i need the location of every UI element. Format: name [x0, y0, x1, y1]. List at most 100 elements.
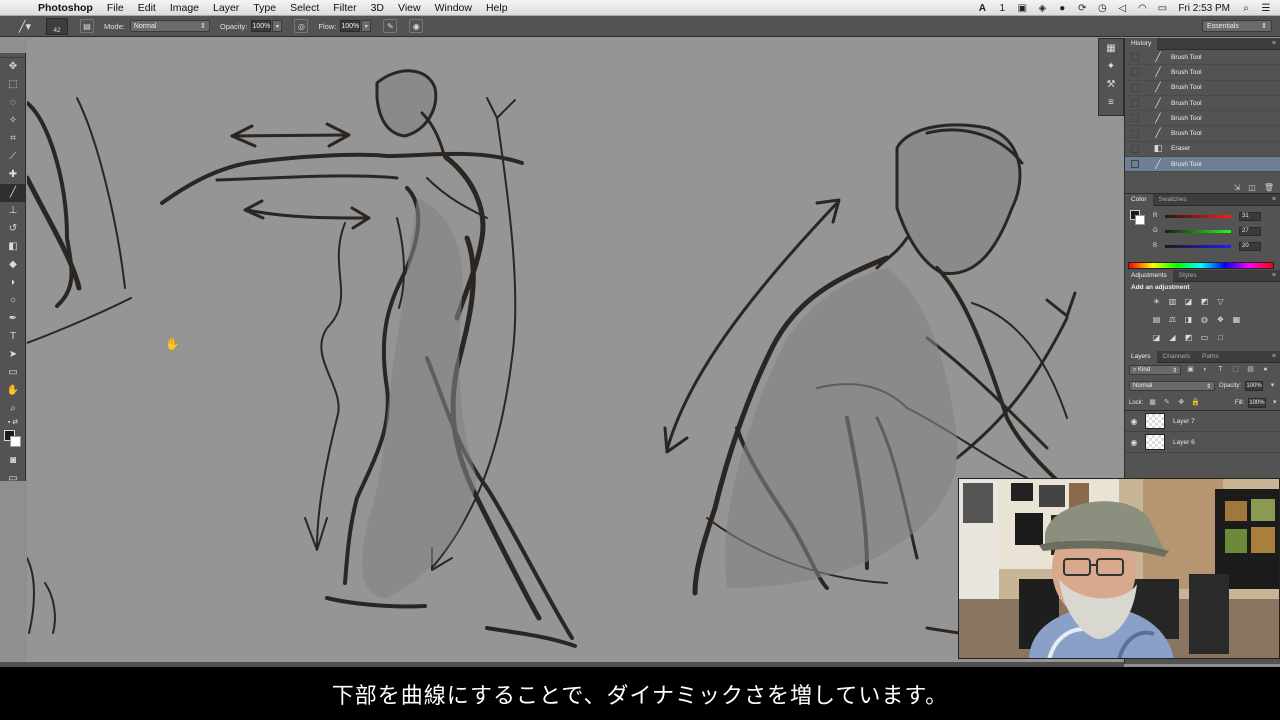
- tab-styles[interactable]: Styles: [1173, 270, 1203, 282]
- posterize-icon[interactable]: ◢: [1167, 332, 1178, 343]
- tab-paths[interactable]: Paths: [1196, 351, 1225, 363]
- brush-size-picker[interactable]: 42: [46, 17, 68, 35]
- threshold-icon[interactable]: ◩: [1183, 332, 1194, 343]
- green-slider[interactable]: [1165, 229, 1231, 233]
- history-item[interactable]: ╱ Brush Tool: [1125, 65, 1280, 81]
- layer-row[interactable]: ◉ Layer 6: [1125, 432, 1280, 453]
- healing-tool-icon[interactable]: ✚: [0, 166, 26, 184]
- filter-shape-icon[interactable]: ⬚: [1230, 365, 1241, 375]
- blur-tool-icon[interactable]: ◗: [0, 274, 26, 292]
- layer-row[interactable]: ◉ Layer 7: [1125, 411, 1280, 432]
- curves-icon[interactable]: ◪: [1183, 296, 1194, 307]
- filter-pixel-icon[interactable]: ▣: [1185, 365, 1196, 375]
- selective-color-icon[interactable]: □: [1215, 332, 1226, 343]
- history-source-box[interactable]: [1131, 114, 1139, 123]
- quick-mask-icon[interactable]: ◙: [0, 452, 26, 470]
- sync-icon[interactable]: ⟳: [1076, 3, 1088, 14]
- airbrush-icon[interactable]: ✎: [383, 19, 398, 33]
- history-source-box[interactable]: [1131, 68, 1139, 77]
- actions-icon[interactable]: ≡: [1099, 93, 1123, 111]
- tab-swatches[interactable]: Swatches: [1153, 194, 1193, 206]
- tab-layers[interactable]: Layers: [1125, 350, 1157, 363]
- layer-name[interactable]: Layer 6: [1173, 439, 1195, 446]
- layer-fill-input[interactable]: 100%: [1248, 397, 1266, 408]
- tool-preset-brush-icon[interactable]: ╱▾: [10, 18, 40, 35]
- history-source-box[interactable]: [1131, 144, 1139, 153]
- vibrance-icon[interactable]: ▽: [1215, 296, 1226, 307]
- tool-presets-icon[interactable]: ⚒: [1099, 75, 1123, 93]
- green-value[interactable]: 27: [1239, 226, 1261, 236]
- menu-select[interactable]: Select: [283, 0, 326, 16]
- tab-channels[interactable]: Channels: [1157, 351, 1196, 363]
- history-item[interactable]: ╱ Brush Tool: [1125, 111, 1280, 127]
- hue-saturation-icon[interactable]: ▤: [1151, 314, 1162, 325]
- black-white-icon[interactable]: ◨: [1183, 314, 1194, 325]
- eyedropper-tool-icon[interactable]: ⟋: [0, 148, 26, 166]
- lock-transparency-icon[interactable]: ▦: [1147, 398, 1157, 408]
- color-balance-icon[interactable]: ⚖: [1167, 314, 1178, 325]
- invert-icon[interactable]: ◪: [1151, 332, 1162, 343]
- shape-tool-icon[interactable]: ▭: [0, 364, 26, 382]
- color-swatches[interactable]: [0, 428, 26, 452]
- marquee-tool-icon[interactable]: ⬚: [0, 76, 26, 94]
- history-brush-tool-icon[interactable]: ↺: [0, 220, 26, 238]
- screen-mode-icon[interactable]: ▭: [0, 470, 26, 488]
- history-item[interactable]: ◧ Eraser: [1125, 142, 1280, 158]
- mode-select[interactable]: Normal ⇕: [129, 20, 210, 32]
- brush-panel-toggle-icon[interactable]: ▤: [80, 19, 94, 33]
- filter-toggle-icon[interactable]: ●: [1260, 365, 1271, 375]
- path-select-tool-icon[interactable]: ➤: [0, 346, 26, 364]
- history-source-box[interactable]: [1131, 99, 1139, 108]
- adobe-ai-icon[interactable]: A: [976, 3, 988, 14]
- menu-file[interactable]: File: [100, 0, 131, 16]
- flow-input[interactable]: 100%: [340, 20, 361, 32]
- menu-app-photoshop[interactable]: Photoshop: [34, 0, 100, 16]
- layer-fill-dropdown-icon[interactable]: ▾: [1270, 398, 1280, 408]
- history-item[interactable]: ╱ Brush Tool: [1125, 81, 1280, 96]
- gradient-map-icon[interactable]: ▭: [1199, 332, 1210, 343]
- menu-clock[interactable]: Fri 2:53 PM: [1178, 3, 1230, 14]
- pen-tool-icon[interactable]: ✒: [0, 310, 26, 328]
- opacity-input[interactable]: 100%: [251, 20, 272, 32]
- menu-view[interactable]: View: [391, 0, 428, 16]
- layer-opacity-input[interactable]: 100%: [1245, 381, 1264, 391]
- history-source-box[interactable]: [1131, 129, 1139, 138]
- opacity-dropdown-icon[interactable]: ▾: [272, 20, 283, 32]
- move-tool-icon[interactable]: ✥: [0, 58, 26, 76]
- wifi-icon[interactable]: ◠: [1136, 3, 1148, 14]
- pressure-size-icon[interactable]: ◉: [409, 19, 424, 33]
- time-machine-icon[interactable]: ◷: [1096, 3, 1108, 14]
- blue-slider[interactable]: [1165, 244, 1231, 248]
- history-item[interactable]: ╱ Brush Tool: [1125, 126, 1280, 142]
- menu-3d[interactable]: 3D: [364, 0, 391, 16]
- lock-all-icon[interactable]: 🔒: [1191, 398, 1201, 408]
- history-source-box[interactable]: [1131, 160, 1139, 169]
- history-source-box[interactable]: [1131, 53, 1139, 62]
- crop-tool-icon[interactable]: ⌗: [0, 130, 26, 148]
- blend-mode-select[interactable]: Normal ⇕: [1129, 381, 1215, 391]
- stamp-tool-icon[interactable]: ⊥: [0, 202, 26, 220]
- tab-history[interactable]: History: [1125, 37, 1158, 50]
- properties-icon[interactable]: ▦: [1099, 39, 1123, 57]
- history-item[interactable]: ╱ Brush Tool: [1125, 157, 1280, 173]
- tab-adjustments[interactable]: Adjustments: [1125, 269, 1173, 282]
- menu-help[interactable]: Help: [479, 0, 515, 16]
- new-document-from-state-icon[interactable]: ⇲: [1234, 183, 1241, 192]
- levels-icon[interactable]: ▥: [1167, 296, 1178, 307]
- menu-edit[interactable]: Edit: [131, 0, 163, 16]
- dodge-tool-icon[interactable]: ○: [0, 292, 26, 310]
- lock-position-icon[interactable]: ✥: [1176, 398, 1186, 408]
- layer-name[interactable]: Layer 7: [1173, 418, 1195, 425]
- flow-dropdown-icon[interactable]: ▾: [361, 20, 372, 32]
- exposure-icon[interactable]: ◩: [1199, 296, 1210, 307]
- notification-center-icon[interactable]: ☰: [1260, 3, 1272, 14]
- type-tool-icon[interactable]: T: [0, 328, 26, 346]
- delete-state-icon[interactable]: 🗑: [1264, 183, 1274, 192]
- panel-menu-icon[interactable]: ≡: [1272, 194, 1276, 206]
- photo-filter-icon[interactable]: ◍: [1199, 314, 1210, 325]
- lock-pixels-icon[interactable]: ✎: [1162, 398, 1172, 408]
- dropbox-icon[interactable]: ◈: [1036, 3, 1048, 14]
- tab-color[interactable]: Color: [1125, 193, 1153, 206]
- color-spectrum-ramp[interactable]: [1128, 262, 1274, 269]
- menu-window[interactable]: Window: [428, 0, 479, 16]
